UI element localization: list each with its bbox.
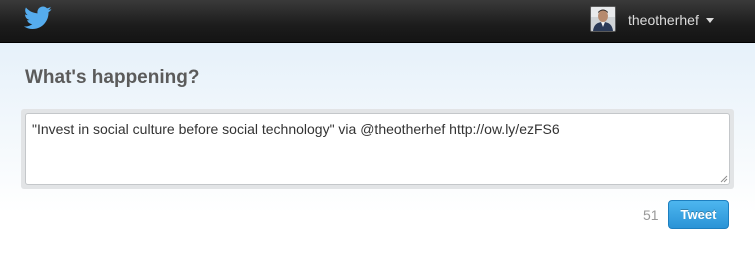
tweet-button[interactable]: Tweet <box>668 200 729 229</box>
username-menu[interactable]: theotherhef <box>628 11 699 29</box>
tweet-box-frame: "Invest in social culture before social … <box>21 109 734 189</box>
tweet-composer: What's happening? "Invest in social cult… <box>0 43 755 277</box>
top-navigation-bar: theotherhef <box>0 0 755 43</box>
avatar[interactable] <box>590 6 616 32</box>
resize-handle-icon[interactable] <box>720 175 728 183</box>
user-avatar-image <box>591 7 615 31</box>
composer-heading: What's happening? <box>25 67 200 88</box>
twitter-bird-icon[interactable] <box>24 6 52 30</box>
caret-down-icon[interactable] <box>706 18 714 23</box>
tweet-text-input[interactable]: "Invest in social culture before social … <box>25 113 730 185</box>
character-counter: 51 <box>643 207 659 223</box>
